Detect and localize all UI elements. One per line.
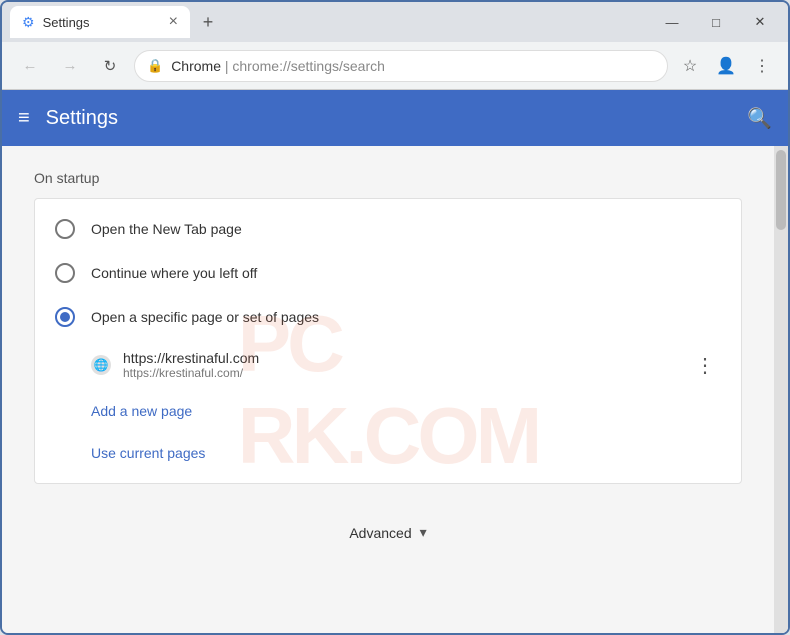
back-button[interactable]: ← [14,50,46,82]
use-current-pages-link[interactable]: Use current pages [35,433,741,475]
add-new-page-anchor[interactable]: Add a new page [91,403,192,419]
lock-icon: 🔒 [147,58,163,74]
bookmark-icon[interactable]: ☆ [676,52,704,80]
tab-title: Settings [43,15,161,30]
profile-icon[interactable]: 👤 [712,52,740,80]
radio-circle-specific [55,307,75,327]
add-new-page-link[interactable]: Add a new page [35,391,741,433]
radio-label-specific: Open a specific page or set of pages [91,309,319,325]
site-name: https://krestinaful.com [123,350,689,366]
section-label: On startup [34,170,742,186]
settings-header-title: Settings [46,107,118,130]
active-tab[interactable]: ⚙ Settings × [10,6,190,38]
site-favicon: 🌐 [91,355,111,375]
title-bar: ⚙ Settings × + — □ ✕ [2,2,788,42]
address-right-icons: ☆ 👤 ⋮ [676,52,776,80]
hamburger-button[interactable]: ≡ [18,107,30,130]
settings-header: ≡ Settings 🔍 [2,90,788,146]
radio-new-tab[interactable]: Open the New Tab page [35,207,741,251]
use-current-pages-anchor[interactable]: Use current pages [91,445,205,461]
scrollbar-track[interactable] [774,146,788,633]
site-url: https://krestinaful.com/ [123,366,689,380]
radio-circle-continue [55,263,75,283]
scrollbar-thumb[interactable] [776,150,786,230]
site-menu-button[interactable]: ⋮ [689,349,721,381]
maximize-button[interactable]: □ [696,7,736,37]
address-bar: ← → ↻ 🔒 Chrome | chrome://settings/searc… [2,42,788,90]
content-area: PCRK.COM On startup Open the New Tab pag… [2,146,774,633]
window-controls: — □ ✕ [652,7,780,37]
settings-search-icon[interactable]: 🔍 [747,106,772,131]
radio-label-new-tab: Open the New Tab page [91,221,242,237]
site-info: https://krestinaful.com https://krestina… [123,350,689,380]
site-entry: 🌐 https://krestinaful.com https://kresti… [35,339,741,391]
menu-icon[interactable]: ⋮ [748,52,776,80]
radio-continue[interactable]: Continue where you left off [35,251,741,295]
radio-label-continue: Continue where you left off [91,265,257,281]
advanced-section: Advanced ▾ [34,508,742,557]
radio-specific[interactable]: Open a specific page or set of pages [35,295,741,339]
tab-favicon: ⚙ [22,14,35,31]
address-input[interactable]: 🔒 Chrome | chrome://settings/search [134,50,668,82]
new-tab-button[interactable]: + [194,8,222,36]
startup-options-card: Open the New Tab page Continue where you… [34,198,742,484]
advanced-arrow-icon: ▾ [420,524,427,541]
browser-window: ⚙ Settings × + — □ ✕ ← → ↻ 🔒 Chrome | ch… [0,0,790,635]
forward-button[interactable]: → [54,50,86,82]
advanced-button[interactable]: Advanced [349,525,411,541]
close-button[interactable]: ✕ [740,7,780,37]
refresh-button[interactable]: ↻ [94,50,126,82]
radio-circle-new-tab [55,219,75,239]
minimize-button[interactable]: — [652,7,692,37]
tab-close-button[interactable]: × [169,14,178,30]
address-text: Chrome | chrome://settings/search [171,58,655,74]
main-content: PCRK.COM On startup Open the New Tab pag… [2,146,788,633]
